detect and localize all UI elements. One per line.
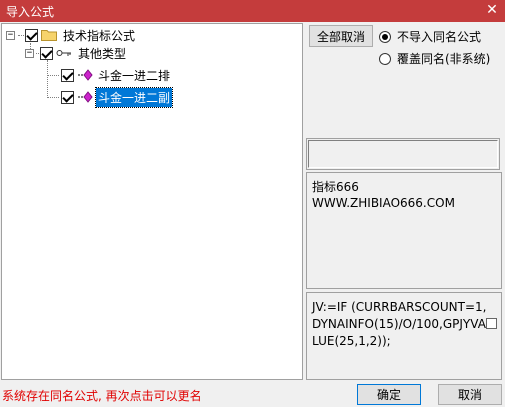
- tree-connector: [47, 75, 59, 76]
- radio-skip-label: 不导入同名公式: [397, 30, 482, 44]
- radio-overwrite-indicator[interactable]: [379, 52, 391, 65]
- radio-skip-indicator[interactable]: [379, 30, 391, 43]
- window-title: 导入公式: [6, 5, 55, 19]
- tree-node-label: 斗金一进二排: [98, 68, 171, 83]
- formula-checkbox[interactable]: [61, 90, 74, 104]
- tree-connector: [47, 97, 59, 98]
- ok-button[interactable]: 确定: [357, 384, 421, 405]
- status-message: 系统存在同名公式, 再次点击可以更名: [2, 389, 202, 403]
- tree-connector: [47, 60, 48, 98]
- formula-icon: [78, 69, 93, 81]
- group-checkbox[interactable]: [40, 46, 53, 60]
- radio-overwrite[interactable]: 覆盖同名(非系统): [379, 50, 490, 67]
- cancel-button[interactable]: 取消: [438, 384, 502, 405]
- description-line: WWW.ZHIBIAO666.COM: [312, 196, 455, 210]
- tree-node-root[interactable]: − 技术指标公式: [6, 26, 137, 44]
- formula-tree[interactable]: − 技术指标公式 − 其他类型 斗金一进二排 斗金一进二副: [1, 23, 303, 380]
- title-bar: 导入公式 ✕: [0, 0, 505, 22]
- tree-node-group[interactable]: − 其他类型: [25, 44, 128, 62]
- radio-skip-duplicates[interactable]: 不导入同名公式: [379, 28, 481, 45]
- radio-overwrite-label: 覆盖同名(非系统): [397, 52, 491, 66]
- description-line: 指标666: [312, 180, 359, 194]
- formula-checkbox[interactable]: [61, 68, 74, 82]
- tree-node-label: 技术指标公式: [63, 28, 136, 43]
- folder-icon: [41, 30, 57, 41]
- formula-icon: [78, 91, 93, 103]
- code-checkbox[interactable]: [486, 318, 497, 329]
- blank-panel: [306, 138, 500, 170]
- tree-node-formula[interactable]: 斗金一进二排: [61, 66, 172, 84]
- formula-code-text: JV:=IF (CURRBARSCOUNT=1,DYNAINFO(15)/O/1…: [312, 300, 487, 348]
- blank-panel-bevel: [308, 140, 498, 168]
- collapse-toggle[interactable]: −: [25, 48, 34, 58]
- key-icon: [56, 50, 71, 56]
- close-icon[interactable]: ✕: [483, 1, 501, 19]
- tree-node-label: 其他类型: [78, 46, 127, 61]
- collapse-toggle[interactable]: −: [6, 30, 15, 40]
- tree-node-formula[interactable]: 斗金一进二副: [61, 86, 174, 108]
- deselect-all-button[interactable]: 全部取消: [309, 25, 373, 47]
- root-checkbox[interactable]: [25, 28, 38, 42]
- formula-code-panel: JV:=IF (CURRBARSCOUNT=1,DYNAINFO(15)/O/1…: [306, 292, 502, 380]
- tree-node-label: 斗金一进二副: [94, 86, 174, 108]
- description-panel: 指标666 WWW.ZHIBIAO666.COM: [306, 172, 502, 289]
